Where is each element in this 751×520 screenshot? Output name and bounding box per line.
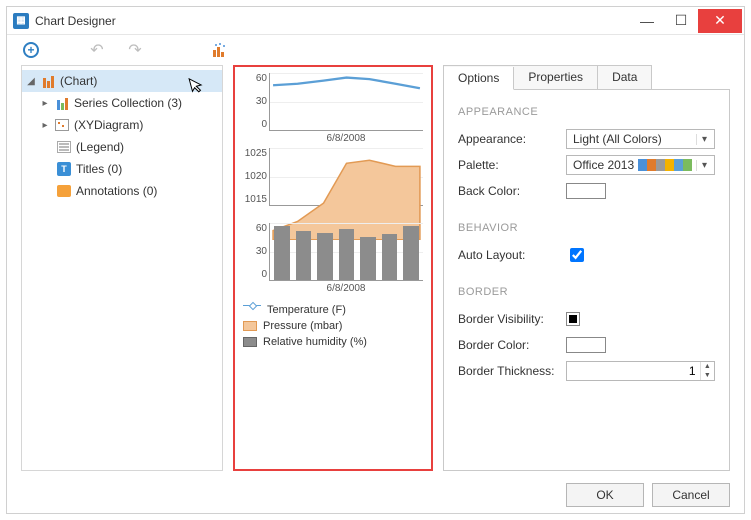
legend-label: Relative humidity (%) — [263, 334, 367, 350]
bar-swatch-icon — [243, 337, 257, 347]
border-thickness-spinner[interactable]: ▲ ▼ — [566, 361, 715, 381]
window-title: Chart Designer — [35, 14, 116, 28]
tree-label: (Legend) — [76, 140, 124, 154]
border-visibility-label: Border Visibility: — [458, 312, 566, 326]
tree-node-titles[interactable]: T Titles (0) — [22, 158, 222, 180]
undo-button[interactable]: ↶ — [87, 40, 107, 60]
ytick: 60 — [239, 73, 267, 84]
options-panel: APPEARANCE Appearance: Light (All Colors… — [443, 89, 730, 471]
spin-up-icon[interactable]: ▲ — [701, 362, 714, 371]
redo-button[interactable]: ↷ — [125, 40, 145, 60]
autolayout-checkbox[interactable] — [570, 248, 584, 262]
cancel-button[interactable]: Cancel — [652, 483, 730, 507]
combo-value: Office 2013 — [573, 158, 634, 172]
section-border: BORDER — [458, 286, 715, 298]
expand-icon[interactable]: ▸ — [40, 120, 50, 131]
combo-value: Light (All Colors) — [573, 132, 662, 146]
ytick: 1025 — [239, 148, 267, 159]
ytick: 60 — [239, 223, 267, 234]
tab-data[interactable]: Data — [598, 66, 651, 89]
section-behavior: BEHAVIOR — [458, 222, 715, 234]
series-palette-icon — [212, 42, 230, 58]
minimize-button[interactable]: — — [630, 10, 664, 32]
tab-properties[interactable]: Properties — [514, 66, 598, 89]
appearance-combobox[interactable]: Light (All Colors) ▾ — [566, 129, 715, 149]
palette-label: Palette: — [458, 158, 566, 172]
legend-label: Pressure (mbar) — [263, 318, 342, 334]
chevron-down-icon: ▾ — [696, 160, 712, 171]
tabstrip: Options Properties Data — [443, 65, 652, 89]
add-button[interactable]: + — [21, 40, 41, 60]
ok-button[interactable]: OK — [566, 483, 644, 507]
titles-icon: T — [56, 162, 72, 176]
change-type-button[interactable] — [211, 40, 231, 60]
ytick: 30 — [239, 246, 267, 257]
spin-down-icon[interactable]: ▼ — [701, 371, 714, 380]
chart-app-icon: ▦ — [13, 13, 29, 29]
dialog-footer: OK Cancel — [7, 477, 744, 513]
palette-combobox[interactable]: Office 2013 ▾ — [566, 155, 715, 175]
expand-icon[interactable]: ▸ — [40, 98, 50, 109]
chart-preview: 60 30 0 6/8/2008 1025 1020 1015 — [233, 65, 433, 471]
xydiagram-icon — [54, 118, 70, 132]
ytick: 30 — [239, 96, 267, 107]
backcolor-picker[interactable] — [566, 183, 606, 199]
ytick: 1020 — [239, 171, 267, 182]
structure-tree[interactable]: ◢ (Chart) ▸ Series Collection (3) ▸ (XYD… — [21, 65, 223, 471]
chart-icon — [40, 74, 56, 88]
appearance-label: Appearance: — [458, 132, 566, 146]
annotations-icon — [56, 184, 72, 198]
preview-line-chart: 60 30 0 6/8/2008 — [243, 73, 423, 144]
border-thickness-input[interactable] — [567, 364, 700, 378]
tab-options[interactable]: Options — [444, 67, 514, 90]
tree-label: (Chart) — [60, 74, 97, 88]
tree-node-annotations[interactable]: Annotations (0) — [22, 180, 222, 202]
palette-swatches-icon — [638, 159, 692, 171]
tree-node-diagram[interactable]: ▸ (XYDiagram) — [22, 114, 222, 136]
collapse-icon[interactable]: ◢ — [26, 76, 36, 87]
series-icon — [54, 96, 70, 110]
chart-designer-window: ▦ Chart Designer — ☐ ✕ + ↶ ↷ ◢ — [6, 6, 745, 514]
tree-node-series[interactable]: ▸ Series Collection (3) — [22, 92, 222, 114]
tree-label: Titles (0) — [76, 162, 122, 176]
maximize-button[interactable]: ☐ — [664, 10, 698, 32]
autolayout-label: Auto Layout: — [458, 248, 566, 262]
ytick: 0 — [239, 119, 267, 130]
border-color-label: Border Color: — [458, 338, 566, 352]
backcolor-label: Back Color: — [458, 184, 566, 198]
toolbar: + ↶ ↷ — [7, 35, 744, 65]
tree-label: Series Collection (3) — [74, 96, 182, 110]
border-visibility-toggle[interactable] — [566, 312, 580, 326]
border-color-picker[interactable] — [566, 337, 606, 353]
legend-label: Temperature (F) — [267, 302, 346, 318]
preview-bar-chart: 60 30 0 6/8/2008 — [243, 223, 423, 294]
xlabel: 6/8/2008 — [269, 283, 423, 294]
chevron-down-icon: ▾ — [696, 134, 712, 145]
close-button[interactable]: ✕ — [698, 9, 742, 33]
preview-legend: Temperature (F) Pressure (mbar) Relative… — [243, 302, 423, 350]
tree-node-legend[interactable]: (Legend) — [22, 136, 222, 158]
tree-node-chart[interactable]: ◢ (Chart) — [22, 70, 222, 92]
area-swatch-icon — [243, 321, 257, 331]
properties-pane: Options Properties Data APPEARANCE Appea… — [443, 65, 730, 471]
titlebar: ▦ Chart Designer — ☐ ✕ — [7, 7, 744, 35]
legend-icon — [56, 140, 72, 154]
ytick: 1015 — [239, 194, 267, 205]
section-appearance: APPEARANCE — [458, 106, 715, 118]
tree-label: (XYDiagram) — [74, 118, 143, 132]
line-swatch-icon — [243, 305, 261, 315]
tree-label: Annotations (0) — [76, 184, 157, 198]
border-thickness-label: Border Thickness: — [458, 364, 566, 378]
ytick: 0 — [239, 269, 267, 280]
preview-area-chart: 1025 1020 1015 6/8/2008 — [243, 148, 423, 219]
